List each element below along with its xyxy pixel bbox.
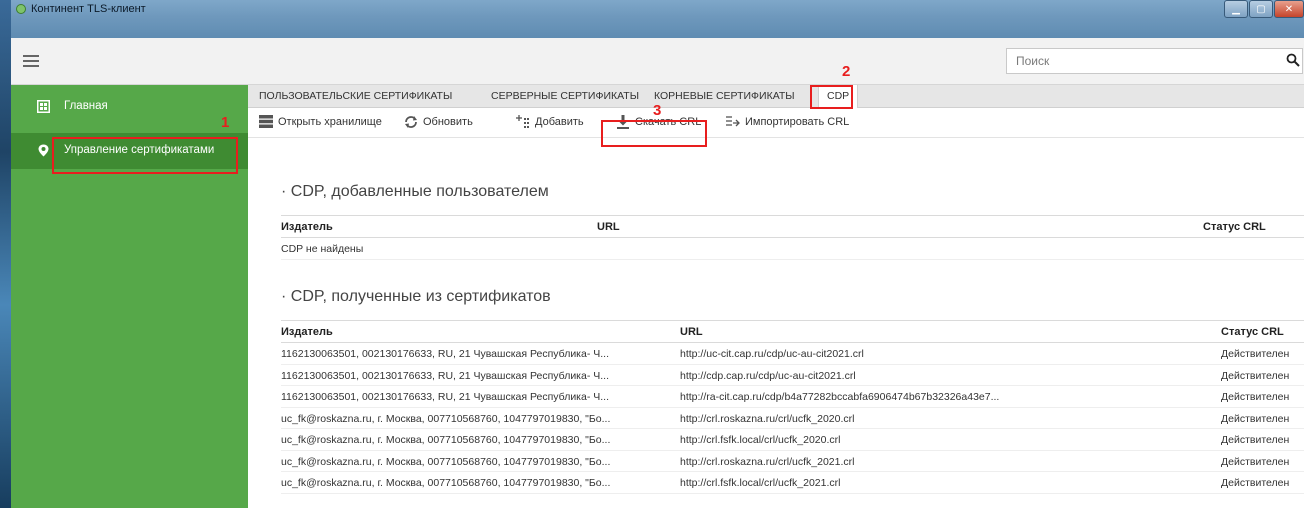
sidebar-item-home[interactable]: Главная bbox=[11, 89, 248, 125]
table-header: Издатель URL Статус CRL bbox=[281, 215, 1304, 238]
annotation-number-1: 1 bbox=[221, 114, 230, 131]
refresh-label: Обновить bbox=[423, 116, 473, 128]
toolbar: Открыть хранилище Обновить Добавить Скач… bbox=[248, 108, 1304, 138]
desktop-background-left bbox=[0, 0, 11, 508]
main-content: ПОЛЬЗОВАТЕЛЬСКИЕ СЕРТИФИКАТЫ СЕРВЕРНЫЕ С… bbox=[248, 85, 1304, 508]
annotation-box-step2 bbox=[810, 85, 853, 109]
home-icon bbox=[37, 100, 50, 113]
search-input[interactable] bbox=[1007, 49, 1267, 73]
table-row[interactable]: 1162130063501, 002130176633, RU, 21 Чува… bbox=[281, 386, 1304, 408]
column-header-url[interactable]: URL bbox=[680, 326, 703, 338]
cell-issuer: uc_fk@roskazna.ru, г. Москва, 0077105687… bbox=[281, 412, 611, 425]
annotation-box-step3 bbox=[601, 120, 707, 147]
add-icon bbox=[516, 115, 529, 128]
user-cdp-table: Издатель URL Статус CRL CDP не найдены bbox=[281, 215, 1304, 260]
title-bar[interactable]: Континент TLS-клиент ▁ ▢ ✕ bbox=[11, 0, 1304, 38]
import-crl-button[interactable]: Импортировать CRL bbox=[726, 115, 849, 129]
annotation-number-2: 2 bbox=[842, 63, 851, 80]
open-storage-button[interactable]: Открыть хранилище bbox=[259, 115, 382, 128]
cell-issuer: 1162130063501, 002130176633, RU, 21 Чува… bbox=[281, 391, 610, 403]
window-title: Континент TLS-клиент bbox=[31, 3, 146, 15]
cell-status: Действителен bbox=[1221, 348, 1290, 360]
cell-issuer: 1162130063501, 002130176633, RU, 21 Чува… bbox=[281, 369, 610, 382]
column-header-status[interactable]: Статус CRL bbox=[1203, 221, 1266, 233]
tab-server-certificates[interactable]: СЕРВЕРНЫЕ СЕРТИФИКАТЫ bbox=[491, 90, 639, 102]
annotation-number-3: 3 bbox=[653, 102, 662, 119]
cell-url: http://crl.roskazna.ru/crl/ucfk_2021.crl bbox=[680, 455, 855, 468]
app-header bbox=[11, 38, 1304, 85]
window-controls: ▁ ▢ ✕ bbox=[1223, 0, 1304, 20]
import-crl-label: Импортировать CRL bbox=[745, 116, 850, 128]
app-window: Континент TLS-клиент ▁ ▢ ✕ Поиск Главная… bbox=[11, 0, 1304, 508]
table-row[interactable]: uc_fk@roskazna.ru, г. Москва, 0077105687… bbox=[281, 429, 1304, 451]
tab-user-certificates[interactable]: ПОЛЬЗОВАТЕЛЬСКИЕ СЕРТИФИКАТЫ bbox=[259, 90, 452, 102]
cell-status: Действителен bbox=[1221, 369, 1290, 382]
storage-icon bbox=[259, 115, 273, 128]
cell-issuer: uc_fk@roskazna.ru, г. Москва, 0077105687… bbox=[281, 455, 611, 468]
import-icon bbox=[726, 116, 740, 127]
empty-message: CDP не найдены bbox=[281, 243, 364, 255]
section-heading-cert-cdp[interactable]: · CDP, полученные из сертификатов bbox=[281, 288, 551, 306]
table-row[interactable]: 1162130063501, 002130176633, RU, 21 Чува… bbox=[281, 365, 1304, 386]
table-row[interactable]: uc_fk@roskazna.ru, г. Москва, 0077105687… bbox=[281, 408, 1304, 429]
cell-url: http://crl.fsfk.local/crl/ucfk_2020.crl bbox=[680, 434, 841, 446]
table-header: Издатель URL Статус CRL bbox=[281, 320, 1304, 343]
sidebar-item-label: Главная bbox=[64, 100, 108, 112]
minimize-button[interactable]: ▁ bbox=[1224, 0, 1248, 18]
search-icon[interactable] bbox=[1286, 53, 1300, 67]
add-button[interactable]: Добавить bbox=[516, 115, 584, 129]
table-empty-row: CDP не найдены bbox=[281, 238, 1304, 260]
app-logo-icon bbox=[16, 4, 26, 14]
cell-status: Действителен bbox=[1221, 434, 1290, 446]
cell-status: Действителен bbox=[1221, 391, 1290, 403]
column-header-issuer[interactable]: Издатель bbox=[281, 326, 333, 338]
cell-issuer: uc_fk@roskazna.ru, г. Москва, 0077105687… bbox=[281, 477, 611, 489]
cell-url: http://crl.fsfk.local/crl/ucfk_2021.crl bbox=[680, 477, 841, 489]
cell-issuer: uc_fk@roskazna.ru, г. Москва, 0077105687… bbox=[281, 434, 611, 446]
maximize-button[interactable]: ▢ bbox=[1249, 0, 1273, 18]
location-pin-icon bbox=[38, 144, 49, 157]
refresh-button[interactable]: Обновить bbox=[404, 115, 473, 129]
tab-bar: ПОЛЬЗОВАТЕЛЬСКИЕ СЕРТИФИКАТЫ СЕРВЕРНЫЕ С… bbox=[248, 85, 1304, 108]
table-row[interactable]: 1162130063501, 002130176633, RU, 21 Чува… bbox=[281, 343, 1304, 365]
column-header-issuer[interactable]: Издатель bbox=[281, 221, 333, 233]
collapse-bullet-icon: · bbox=[281, 183, 291, 200]
cell-status: Действителен bbox=[1221, 412, 1290, 425]
close-button[interactable]: ✕ bbox=[1274, 0, 1304, 18]
table-row[interactable]: uc_fk@roskazna.ru, г. Москва, 0077105687… bbox=[281, 472, 1304, 494]
cell-url: http://cdp.cap.ru/cdp/uc-au-cit2021.crl bbox=[680, 369, 856, 382]
cell-url: http://uc-cit.cap.ru/cdp/uc-au-cit2021.c… bbox=[680, 348, 864, 360]
open-storage-label: Открыть хранилище bbox=[278, 115, 382, 128]
cell-url: http://crl.roskazna.ru/crl/ucfk_2020.crl bbox=[680, 412, 855, 425]
tab-root-certificates[interactable]: КОРНЕВЫЕ СЕРТИФИКАТЫ bbox=[654, 90, 795, 102]
refresh-icon bbox=[405, 116, 417, 128]
cell-url: http://ra-cit.cap.ru/cdp/b4a77282bccabfa… bbox=[680, 391, 1000, 403]
cell-status: Действителен bbox=[1221, 477, 1290, 489]
column-header-url[interactable]: URL bbox=[597, 221, 620, 233]
column-header-status[interactable]: Статус CRL bbox=[1221, 326, 1284, 338]
add-label: Добавить bbox=[535, 116, 584, 128]
table-row[interactable]: uc_fk@roskazna.ru, г. Москва, 0077105687… bbox=[281, 451, 1304, 472]
section-heading-user-cdp[interactable]: · CDP, добавленные пользователем bbox=[281, 183, 549, 201]
annotation-box-step1 bbox=[52, 137, 238, 174]
search-box[interactable] bbox=[1006, 48, 1303, 74]
hamburger-icon[interactable] bbox=[23, 55, 39, 67]
cell-issuer: 1162130063501, 002130176633, RU, 21 Чува… bbox=[281, 348, 610, 360]
collapse-bullet-icon: · bbox=[281, 288, 291, 305]
cell-status: Действителен bbox=[1221, 455, 1290, 468]
cert-cdp-table: Издатель URL Статус CRL 1162130063501, 0… bbox=[281, 320, 1304, 494]
